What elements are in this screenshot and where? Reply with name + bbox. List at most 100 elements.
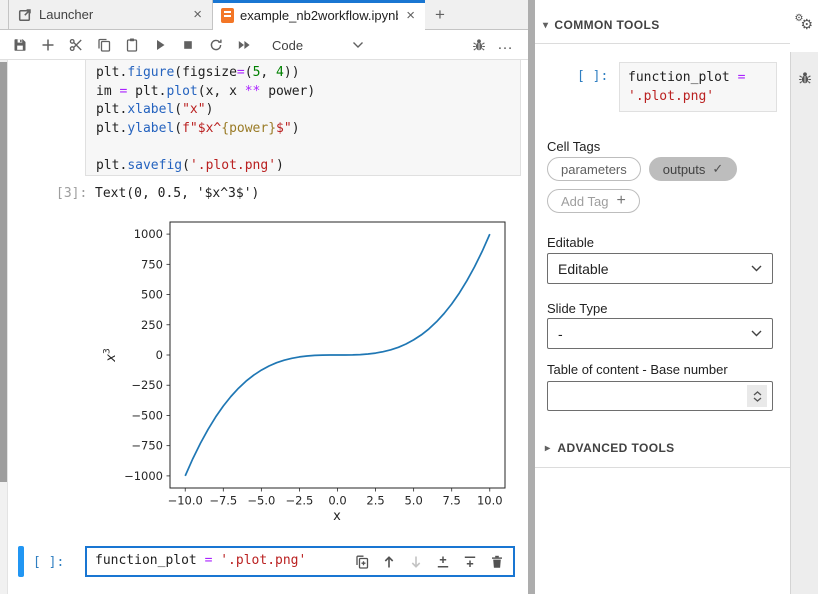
advanced-tools-title: ADVANCED TOOLS xyxy=(557,441,674,455)
svg-text:0: 0 xyxy=(156,348,163,362)
common-tools-title: COMMON TOOLS xyxy=(554,18,659,32)
common-tools-section-header[interactable]: ▾ COMMON TOOLS xyxy=(543,18,660,32)
insert-cell-button[interactable] xyxy=(34,32,62,58)
debugger-toggle-button[interactable] xyxy=(465,32,493,58)
svg-text:250: 250 xyxy=(141,318,163,332)
toc-base-number-input[interactable] xyxy=(553,382,747,410)
run-icon xyxy=(152,37,168,53)
svg-text:−250: −250 xyxy=(131,378,163,392)
selected-cell-editor[interactable]: function_plot = '.plot.png' xyxy=(85,546,515,577)
tab-notebook[interactable]: example_nb2workflow.ipynb × xyxy=(213,0,425,31)
paste-cells-button[interactable] xyxy=(118,32,146,58)
svg-text:−500: −500 xyxy=(131,408,163,422)
move-cell-down-button[interactable] xyxy=(408,554,424,570)
svg-text:2.5: 2.5 xyxy=(366,494,384,508)
cell-output-row: [3]: Text(0, 0.5, '$x^3$') xyxy=(0,186,520,204)
toc-base-number-field xyxy=(547,381,773,411)
section-divider xyxy=(535,467,790,468)
plot-image: 10007505002500−250−500−750−1000 −10.0−7.… xyxy=(75,215,515,530)
svg-text:−10.0: −10.0 xyxy=(168,494,203,508)
expand-triangle-icon: ▸ xyxy=(545,443,550,454)
cell-tags-label: Cell Tags xyxy=(547,139,600,154)
launcher-icon xyxy=(17,7,33,23)
notebook-scrollbar[interactable] xyxy=(0,60,8,594)
insert-below-icon xyxy=(462,554,478,570)
code-line: plt.figure(figsize=(5, 4)) xyxy=(96,64,520,83)
svg-text:5.0: 5.0 xyxy=(404,494,422,508)
restart-kernel-button[interactable] xyxy=(202,32,230,58)
run-cell-button[interactable] xyxy=(146,32,174,58)
code-line: plt.savefig('.plot.png') xyxy=(96,157,520,176)
cell-type-dropdown[interactable]: Code xyxy=(272,38,364,53)
restart-icon xyxy=(208,37,224,53)
slide-type-label: Slide Type xyxy=(547,301,607,316)
add-tag-row: Add Tag + xyxy=(547,189,640,213)
insert-above-icon xyxy=(435,554,451,570)
scissors-icon xyxy=(68,37,84,53)
interrupt-kernel-button[interactable] xyxy=(174,32,202,58)
restart-run-all-button[interactable] xyxy=(230,32,258,58)
insert-cell-below-button[interactable] xyxy=(462,554,478,570)
cell-tags-row: parameters outputs ✓ xyxy=(547,157,737,181)
chevron-down-icon xyxy=(751,265,762,272)
slide-type-select[interactable]: - xyxy=(547,318,773,349)
output-text: Text(0, 0.5, '$x^3$') xyxy=(95,186,259,201)
paste-icon xyxy=(124,37,140,53)
jupyterlab-window: Launcher × example_nb2workflow.ipynb × + xyxy=(0,0,818,594)
plot-line xyxy=(185,234,490,476)
editable-select[interactable]: Editable xyxy=(547,253,773,284)
panel-resize-handle[interactable] xyxy=(528,0,535,594)
preview-cell-prompt: [ ]: xyxy=(577,69,608,84)
cut-cells-button[interactable] xyxy=(62,32,90,58)
code-line: plt.xlabel("x") xyxy=(96,101,520,120)
editable-label: Editable xyxy=(547,235,594,250)
slide-type-select-value: - xyxy=(558,326,563,342)
svg-text:750: 750 xyxy=(141,257,163,271)
tab-launcher[interactable]: Launcher × xyxy=(8,0,213,29)
add-tag-button[interactable]: Add Tag + xyxy=(547,189,640,213)
output-prompt: [3]: xyxy=(56,186,87,201)
x-axis-ticks: −10.0−7.5−5.0−2.50.02.55.07.510.0 xyxy=(168,488,503,508)
tag-label: outputs xyxy=(663,162,706,177)
delete-cell-button[interactable] xyxy=(489,554,505,570)
bug-icon xyxy=(471,37,487,53)
property-inspector-panel: ▾ COMMON TOOLS [ ]: function_plot = '.pl… xyxy=(535,0,790,594)
debugger-tab[interactable] xyxy=(791,52,818,104)
toc-base-number-label: Table of content - Base number xyxy=(547,362,728,377)
input-prompt: [ ]: xyxy=(33,555,64,570)
section-divider xyxy=(535,43,790,44)
code-line xyxy=(96,138,520,157)
chevron-down-icon xyxy=(751,330,762,337)
insert-cell-above-button[interactable] xyxy=(435,554,451,570)
tag-parameters[interactable]: parameters xyxy=(547,157,641,181)
cell-toolbar xyxy=(354,554,505,570)
tab-launcher-close-icon[interactable]: × xyxy=(191,7,204,22)
copy-cells-button[interactable] xyxy=(90,32,118,58)
scrollbar-thumb[interactable] xyxy=(0,62,7,482)
collapse-triangle-icon: ▾ xyxy=(543,20,548,31)
cell-collapser[interactable] xyxy=(18,546,24,577)
plus-icon xyxy=(40,37,56,53)
preview-code-line: '.plot.png' xyxy=(628,87,768,106)
y-axis-label: x3 xyxy=(103,348,120,362)
arrow-up-icon xyxy=(381,554,397,570)
cell-type-value: Code xyxy=(272,38,303,53)
number-spinner[interactable] xyxy=(747,385,767,407)
property-inspector-tab[interactable]: ⚙⚙ xyxy=(790,0,818,52)
plus-icon: + xyxy=(616,192,625,210)
add-tab-button[interactable]: + xyxy=(425,0,455,29)
gears-icon: ⚙⚙ xyxy=(795,16,815,36)
more-commands-button[interactable]: … xyxy=(497,36,518,54)
save-button[interactable] xyxy=(6,32,34,58)
advanced-tools-section-header[interactable]: ▸ ADVANCED TOOLS xyxy=(545,441,675,455)
editable-select-value: Editable xyxy=(558,261,609,277)
notebook-toolbar: Code … xyxy=(0,31,528,60)
tab-notebook-close-icon[interactable]: × xyxy=(404,8,417,23)
code-line: im = plt.plot(x, x ** power) xyxy=(96,83,520,102)
code-cell-editor[interactable]: plt.figure(figsize=(5, 4)) im = plt.plot… xyxy=(85,60,521,176)
cell-code: function_plot = '.plot.png' xyxy=(95,552,306,571)
duplicate-cell-button[interactable] xyxy=(354,554,370,570)
tag-outputs[interactable]: outputs ✓ xyxy=(649,157,738,181)
duplicate-icon xyxy=(354,554,370,570)
move-cell-up-button[interactable] xyxy=(381,554,397,570)
